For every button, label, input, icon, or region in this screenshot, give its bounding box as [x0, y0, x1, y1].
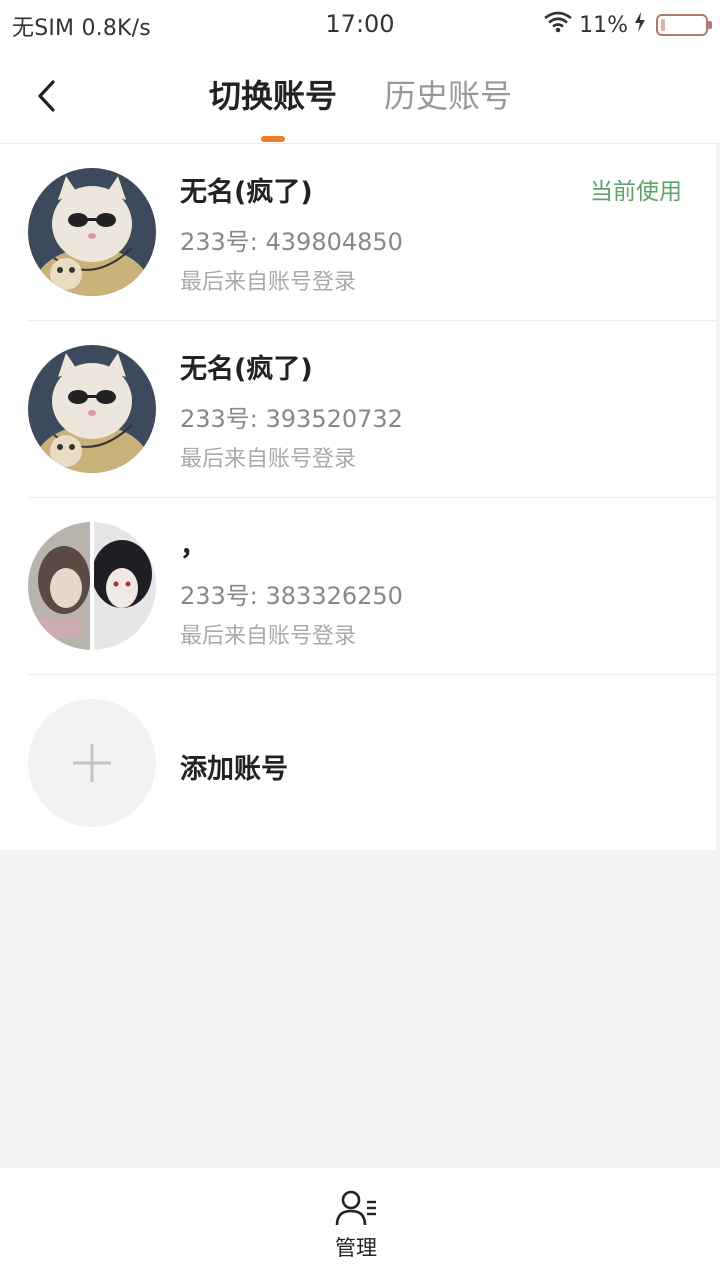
- account-name: 无名(疯了): [180, 354, 313, 385]
- last-login-source: 最后来自账号登录: [180, 447, 357, 472]
- account-name: 无名(疯了): [180, 177, 313, 208]
- wifi-icon: [543, 11, 573, 39]
- avatar: [28, 522, 156, 650]
- account-uid: 233号: 393520732: [180, 405, 403, 433]
- bottom-bar: 管理: [0, 1168, 720, 1280]
- tab-bar: 切换账号 历史账号: [0, 52, 720, 144]
- header: 切换账号 历史账号: [0, 52, 720, 144]
- last-login-source: 最后来自账号登录: [180, 624, 357, 649]
- avatar: [28, 168, 156, 296]
- charging-icon: [634, 11, 646, 39]
- tab-switch-account[interactable]: 切换账号: [209, 76, 337, 124]
- add-account-label: 添加账号: [180, 754, 288, 785]
- account-uid: 233号: 439804850: [180, 228, 403, 256]
- add-account-button[interactable]: [28, 699, 156, 827]
- account-name: ，: [180, 531, 207, 562]
- plus-icon: [73, 744, 111, 782]
- battery-icon: [656, 14, 712, 36]
- account-uid: 233号: 383326250: [180, 582, 403, 610]
- manage-label: 管理: [335, 1236, 377, 1260]
- active-tab-indicator: [261, 136, 285, 142]
- status-bar: 无SIM 0.8K/s 17:00 11%: [0, 0, 720, 52]
- tab-history-account[interactable]: 历史账号: [384, 76, 512, 124]
- avatar: [28, 345, 156, 473]
- add-account-item[interactable]: 添加账号: [28, 675, 716, 852]
- account-item[interactable]: 无名(疯了) 233号: 439804850 最后来自账号登录 当前使用: [28, 144, 716, 321]
- battery-percent: 11%: [579, 12, 628, 38]
- user-manage-icon: [335, 1190, 376, 1226]
- account-item[interactable]: ， 233号: 383326250 最后来自账号登录: [28, 498, 716, 675]
- status-right: 11%: [543, 8, 712, 42]
- last-login-source: 最后来自账号登录: [180, 270, 357, 295]
- account-list: 无名(疯了) 233号: 439804850 最后来自账号登录 当前使用 无名(…: [0, 144, 716, 850]
- account-item[interactable]: 无名(疯了) 233号: 393520732 最后来自账号登录: [28, 321, 716, 498]
- manage-button[interactable]: 管理: [316, 1188, 396, 1268]
- current-account-badge: 当前使用: [590, 179, 682, 205]
